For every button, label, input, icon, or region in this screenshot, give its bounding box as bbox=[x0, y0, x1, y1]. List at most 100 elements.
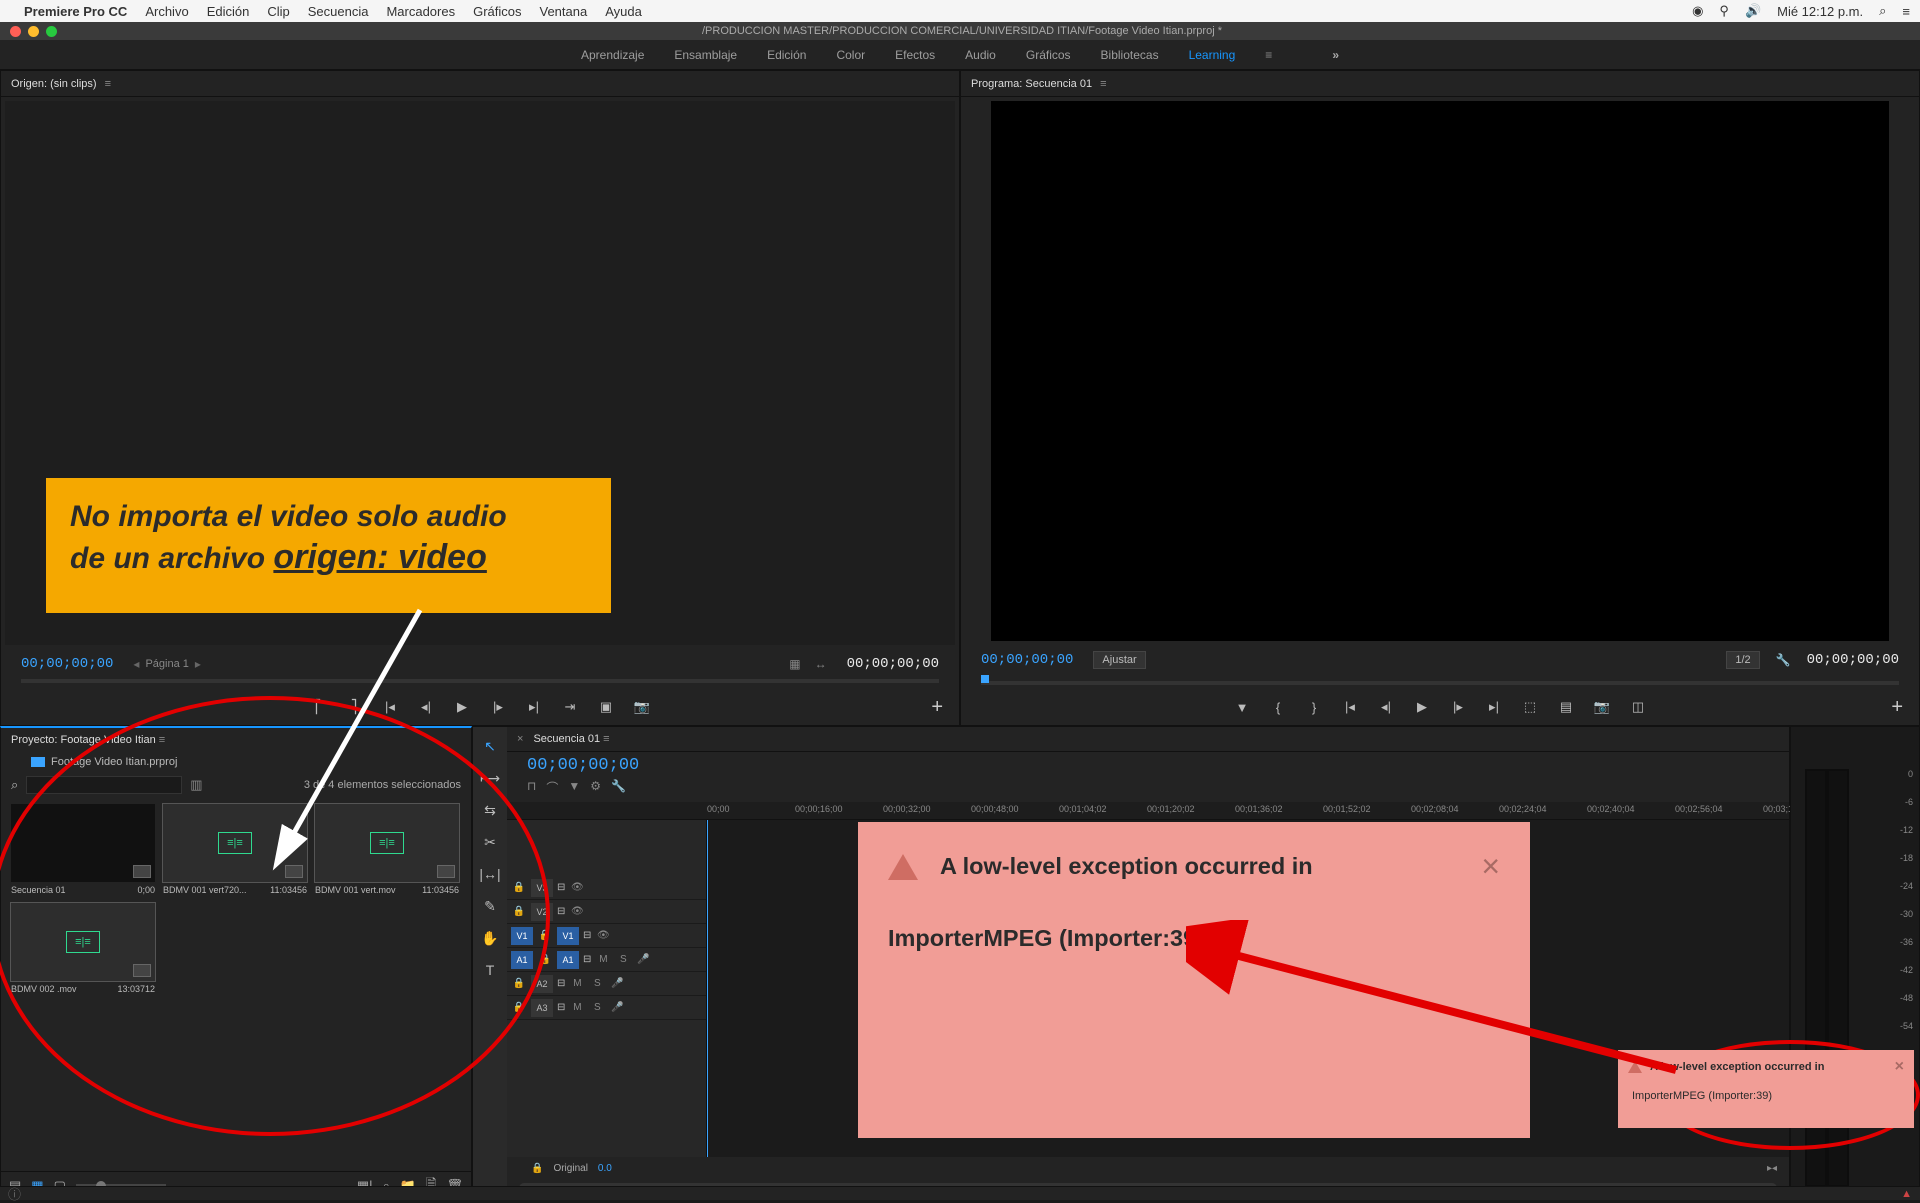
cc-icon[interactable]: ◉ bbox=[1692, 3, 1703, 19]
lock-icon[interactable]: 🔒 bbox=[511, 1002, 527, 1013]
sync-lock-icon[interactable]: ⊟ bbox=[557, 906, 565, 917]
ws-audio[interactable]: Audio bbox=[965, 48, 996, 62]
page-prev-icon[interactable]: ◂ bbox=[133, 657, 139, 671]
type-tool-icon[interactable]: T bbox=[479, 959, 501, 981]
ws-learning[interactable]: Learning bbox=[1189, 48, 1236, 62]
timeline-tab[interactable]: Secuencia 01 bbox=[533, 733, 600, 745]
audio-track-header[interactable]: A1🔒A1⊟MS🎤 bbox=[507, 948, 706, 972]
mark-in-prog-icon[interactable]: { bbox=[1269, 700, 1287, 715]
volume-icon[interactable]: 🔊 bbox=[1745, 3, 1761, 19]
ws-overflow-icon[interactable]: » bbox=[1332, 48, 1339, 62]
project-search-input[interactable] bbox=[26, 776, 182, 794]
go-out-prog-icon[interactable]: ▸| bbox=[1485, 699, 1503, 715]
menu-clip[interactable]: Clip bbox=[267, 4, 289, 19]
track-target[interactable]: V1 bbox=[557, 927, 579, 945]
toggle-output-icon[interactable]: 👁 bbox=[569, 882, 585, 893]
track-target[interactable]: A2 bbox=[531, 975, 553, 993]
comparison-icon[interactable]: ◫ bbox=[1629, 699, 1647, 715]
page-next-icon[interactable]: ▸ bbox=[195, 657, 201, 671]
ws-bibliotecas[interactable]: Bibliotecas bbox=[1101, 48, 1159, 62]
ripple-tool-icon[interactable]: ⇆ bbox=[479, 799, 501, 821]
program-zoom-select[interactable]: 1/2 bbox=[1726, 651, 1759, 669]
project-thumb[interactable]: Secuencia 010;00 bbox=[11, 804, 155, 895]
clock[interactable]: Mié 12:12 p.m. bbox=[1777, 4, 1863, 19]
audio-track-header[interactable]: 🔒A2⊟MS🎤 bbox=[507, 972, 706, 996]
program-quality-icon[interactable]: 🔧 bbox=[1776, 653, 1791, 667]
timeline-timecode[interactable]: 00;00;00;00 bbox=[527, 756, 639, 775]
export-frame-prog-icon[interactable]: 📷 bbox=[1593, 699, 1611, 715]
timeline-ruler[interactable]: 00;0000;00;16;0000;00;32;0000;00;48;0000… bbox=[507, 802, 1789, 820]
app-name[interactable]: Premiere Pro CC bbox=[24, 4, 127, 19]
linked-sel-icon[interactable]: ⌒ bbox=[546, 779, 558, 796]
maximize-window-icon[interactable] bbox=[46, 26, 57, 37]
lock-icon[interactable]: 🔒 bbox=[511, 882, 527, 893]
ws-graficos[interactable]: Gráficos bbox=[1026, 48, 1071, 62]
go-in-prog-icon[interactable]: |◂ bbox=[1341, 699, 1359, 715]
toggle-output-icon[interactable]: 👁 bbox=[595, 930, 611, 941]
mute-icon[interactable]: M bbox=[595, 954, 611, 965]
ws-edicion[interactable]: Edición bbox=[767, 48, 806, 62]
toggle-output-icon[interactable]: 👁 bbox=[569, 906, 585, 917]
hand-tool-icon[interactable]: ✋ bbox=[479, 927, 501, 949]
step-back-prog-icon[interactable]: ◂| bbox=[1377, 699, 1395, 715]
menu-edicion[interactable]: Edición bbox=[207, 4, 250, 19]
source-out-icon[interactable]: ↔ bbox=[815, 657, 827, 671]
menu-ayuda[interactable]: Ayuda bbox=[605, 4, 642, 19]
program-tc-left[interactable]: 00;00;00;00 bbox=[981, 652, 1073, 668]
add-marker-icon[interactable]: ▼ bbox=[1233, 700, 1251, 715]
ws-aprendizaje[interactable]: Aprendizaje bbox=[581, 48, 644, 62]
source-patch-v[interactable]: V1 bbox=[511, 927, 533, 945]
ws-efectos[interactable]: Efectos bbox=[895, 48, 935, 62]
video-track-header[interactable]: 🔒 V2 ⊟ 👁 bbox=[507, 900, 706, 924]
sync-lock-icon[interactable]: ⊟ bbox=[583, 930, 591, 941]
lock-icon[interactable]: 🔒 bbox=[511, 906, 527, 917]
source-settings-icon[interactable]: ▦ bbox=[789, 657, 800, 671]
solo-icon[interactable]: S bbox=[589, 978, 605, 989]
track-select-tool-icon[interactable]: ⟼ bbox=[479, 767, 501, 789]
menu-extras-icon[interactable]: ≡ bbox=[1902, 4, 1910, 19]
source-tab-menu-icon[interactable]: ≡ bbox=[105, 78, 111, 90]
step-fwd-icon[interactable]: |▸ bbox=[489, 699, 507, 715]
wifi-icon[interactable]: ⚲ bbox=[1719, 3, 1729, 19]
ws-color[interactable]: Color bbox=[836, 48, 865, 62]
wrench-tl-icon[interactable]: 🔧 bbox=[611, 779, 626, 796]
spotlight-icon[interactable]: ⌕ bbox=[1879, 3, 1886, 19]
mark-out-prog-icon[interactable]: } bbox=[1305, 700, 1323, 715]
close-error-icon[interactable]: × bbox=[1481, 848, 1500, 885]
ws-ensamblaje[interactable]: Ensamblaje bbox=[674, 48, 737, 62]
marker-tl-icon[interactable]: ▼ bbox=[568, 779, 580, 796]
sync-lock-icon[interactable]: ⊟ bbox=[557, 978, 565, 989]
snap-icon[interactable]: ⊓ bbox=[527, 779, 536, 796]
selection-tool-icon[interactable]: ↖ bbox=[479, 735, 501, 757]
lift-icon[interactable]: ⬚ bbox=[1521, 699, 1539, 715]
step-fwd-prog-icon[interactable]: |▸ bbox=[1449, 699, 1467, 715]
minimize-window-icon[interactable] bbox=[28, 26, 39, 37]
pen-tool-icon[interactable]: ✎ bbox=[479, 895, 501, 917]
slip-tool-icon[interactable]: |↔| bbox=[479, 863, 501, 885]
program-scrubber[interactable] bbox=[981, 681, 1899, 685]
voiceover-icon[interactable]: 🎤 bbox=[635, 954, 651, 965]
audio-track-header[interactable]: 🔒A3⊟MS🎤 bbox=[507, 996, 706, 1020]
lock-original-icon[interactable]: 🔒 bbox=[531, 1163, 543, 1174]
program-tab[interactable]: Programa: Secuencia 01 bbox=[971, 78, 1092, 90]
voiceover-icon[interactable]: 🎤 bbox=[609, 978, 625, 989]
video-track-header[interactable]: V1🔒V1⊟👁 bbox=[507, 924, 706, 948]
playhead[interactable] bbox=[707, 820, 708, 1157]
solo-icon[interactable]: S bbox=[615, 954, 631, 965]
program-viewer[interactable] bbox=[991, 101, 1889, 641]
sync-lock-icon[interactable]: ⊟ bbox=[583, 954, 591, 965]
status-warning-icon[interactable]: ▲ bbox=[1901, 1188, 1912, 1200]
original-value[interactable]: 0.0 bbox=[598, 1163, 612, 1174]
source-patch-a[interactable]: A1 bbox=[511, 951, 533, 969]
lock-icon[interactable]: 🔒 bbox=[511, 978, 527, 989]
timeline-tab-menu-icon[interactable]: ≡ bbox=[603, 733, 609, 745]
track-target[interactable]: V3 bbox=[531, 879, 553, 897]
track-target[interactable]: V2 bbox=[531, 903, 553, 921]
menu-ventana[interactable]: Ventana bbox=[540, 4, 588, 19]
playhead-indicator-icon[interactable] bbox=[981, 675, 989, 683]
export-frame-icon[interactable]: 📷 bbox=[633, 699, 651, 715]
track-target[interactable]: A3 bbox=[531, 999, 553, 1017]
menu-marcadores[interactable]: Marcadores bbox=[386, 4, 455, 19]
close-toast-icon[interactable]: × bbox=[1895, 1058, 1904, 1076]
voiceover-icon[interactable]: 🎤 bbox=[609, 1002, 625, 1013]
